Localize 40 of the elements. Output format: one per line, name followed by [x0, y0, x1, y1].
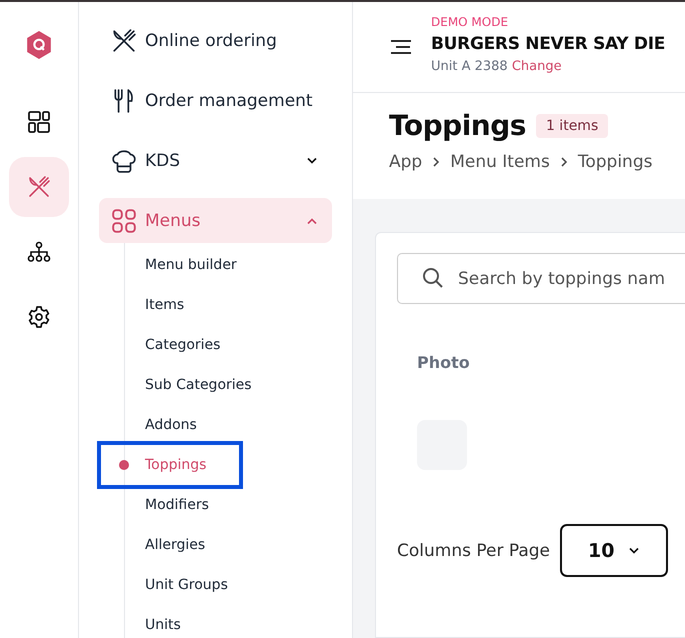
- unit-label: Unit A 2388: [431, 59, 508, 74]
- nav-item[interactable]: Menus: [99, 198, 332, 243]
- submenu-item[interactable]: Sub Categories: [145, 377, 252, 393]
- count-badge: 1 items: [536, 114, 608, 138]
- submenu-item[interactable]: Allergies: [145, 537, 206, 553]
- submenu-item[interactable]: Toppings: [145, 457, 206, 473]
- nav-item[interactable]: KDS: [99, 138, 332, 183]
- submenu-item[interactable]: Addons: [145, 417, 197, 433]
- fork-knife-icon: [111, 28, 137, 54]
- breadcrumb-link[interactable]: Toppings: [578, 152, 652, 172]
- submenu-item[interactable]: Units: [145, 617, 181, 633]
- submenu-item[interactable]: Modifiers: [145, 497, 209, 513]
- chevron-right-icon: [432, 156, 440, 168]
- settings-icon: [27, 305, 51, 329]
- chevron-icon: [628, 546, 640, 554]
- logo-icon[interactable]: [26, 31, 52, 59]
- active-dot: [119, 460, 129, 470]
- change-link[interactable]: Change: [512, 59, 562, 74]
- page-title: Toppings: [389, 109, 526, 142]
- column-header: Photo: [417, 353, 470, 372]
- four-squares-icon: [111, 208, 137, 234]
- rows-per-page-label: Columns Per Page: [397, 540, 550, 560]
- per-page-select[interactable]: 10: [560, 524, 668, 577]
- demo-mode-label: DEMO MODE: [431, 14, 510, 30]
- fork-knife-icon: [27, 175, 51, 199]
- breadcrumb-link[interactable]: Menu Items: [450, 152, 550, 172]
- dashboard-icon: [27, 110, 51, 134]
- hierarchy-icon: [27, 240, 51, 264]
- menu-icon[interactable]: [389, 39, 413, 55]
- breadcrumb-link[interactable]: App: [389, 152, 422, 172]
- submenu-item[interactable]: Unit Groups: [145, 577, 228, 593]
- nav-item[interactable]: Online ordering: [99, 18, 332, 63]
- chef-hat-icon: [111, 148, 137, 174]
- nav-item[interactable]: Order management: [99, 78, 332, 123]
- search-field[interactable]: Search by toppings nam: [397, 253, 685, 304]
- submenu-item[interactable]: Menu builder: [145, 257, 237, 273]
- business-name: BURGERS NEVER SAY DIE: [431, 33, 666, 56]
- submenu-item[interactable]: Items: [145, 297, 184, 313]
- chevron-right-icon: [560, 156, 568, 168]
- submenu-item[interactable]: Categories: [145, 337, 220, 353]
